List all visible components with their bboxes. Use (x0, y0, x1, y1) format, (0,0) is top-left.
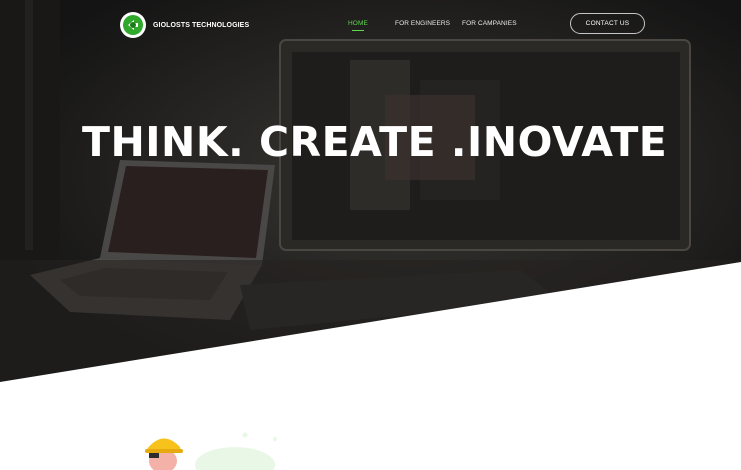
site-header: GIOLOSTS TECHNOLOGIES HOME FOR ENGINEERS… (0, 0, 741, 50)
hero-diagonal-divider (0, 262, 741, 385)
nav-for-engineers[interactable]: FOR ENGINEERS (395, 20, 450, 27)
page: GIOLOSTS TECHNOLOGIES HOME FOR ENGINEERS… (0, 0, 741, 470)
contact-us-button[interactable]: CONTACT US (570, 13, 645, 34)
hero-section (0, 0, 741, 385)
worker-hardhat-illustration (145, 432, 277, 470)
nav-for-companies[interactable]: FOR CAMPANIES (462, 20, 517, 27)
nav-active-indicator (352, 30, 364, 31)
nav-home[interactable]: HOME (348, 20, 368, 27)
hero-headline: THINK. CREATE .INOVATE (82, 118, 668, 166)
